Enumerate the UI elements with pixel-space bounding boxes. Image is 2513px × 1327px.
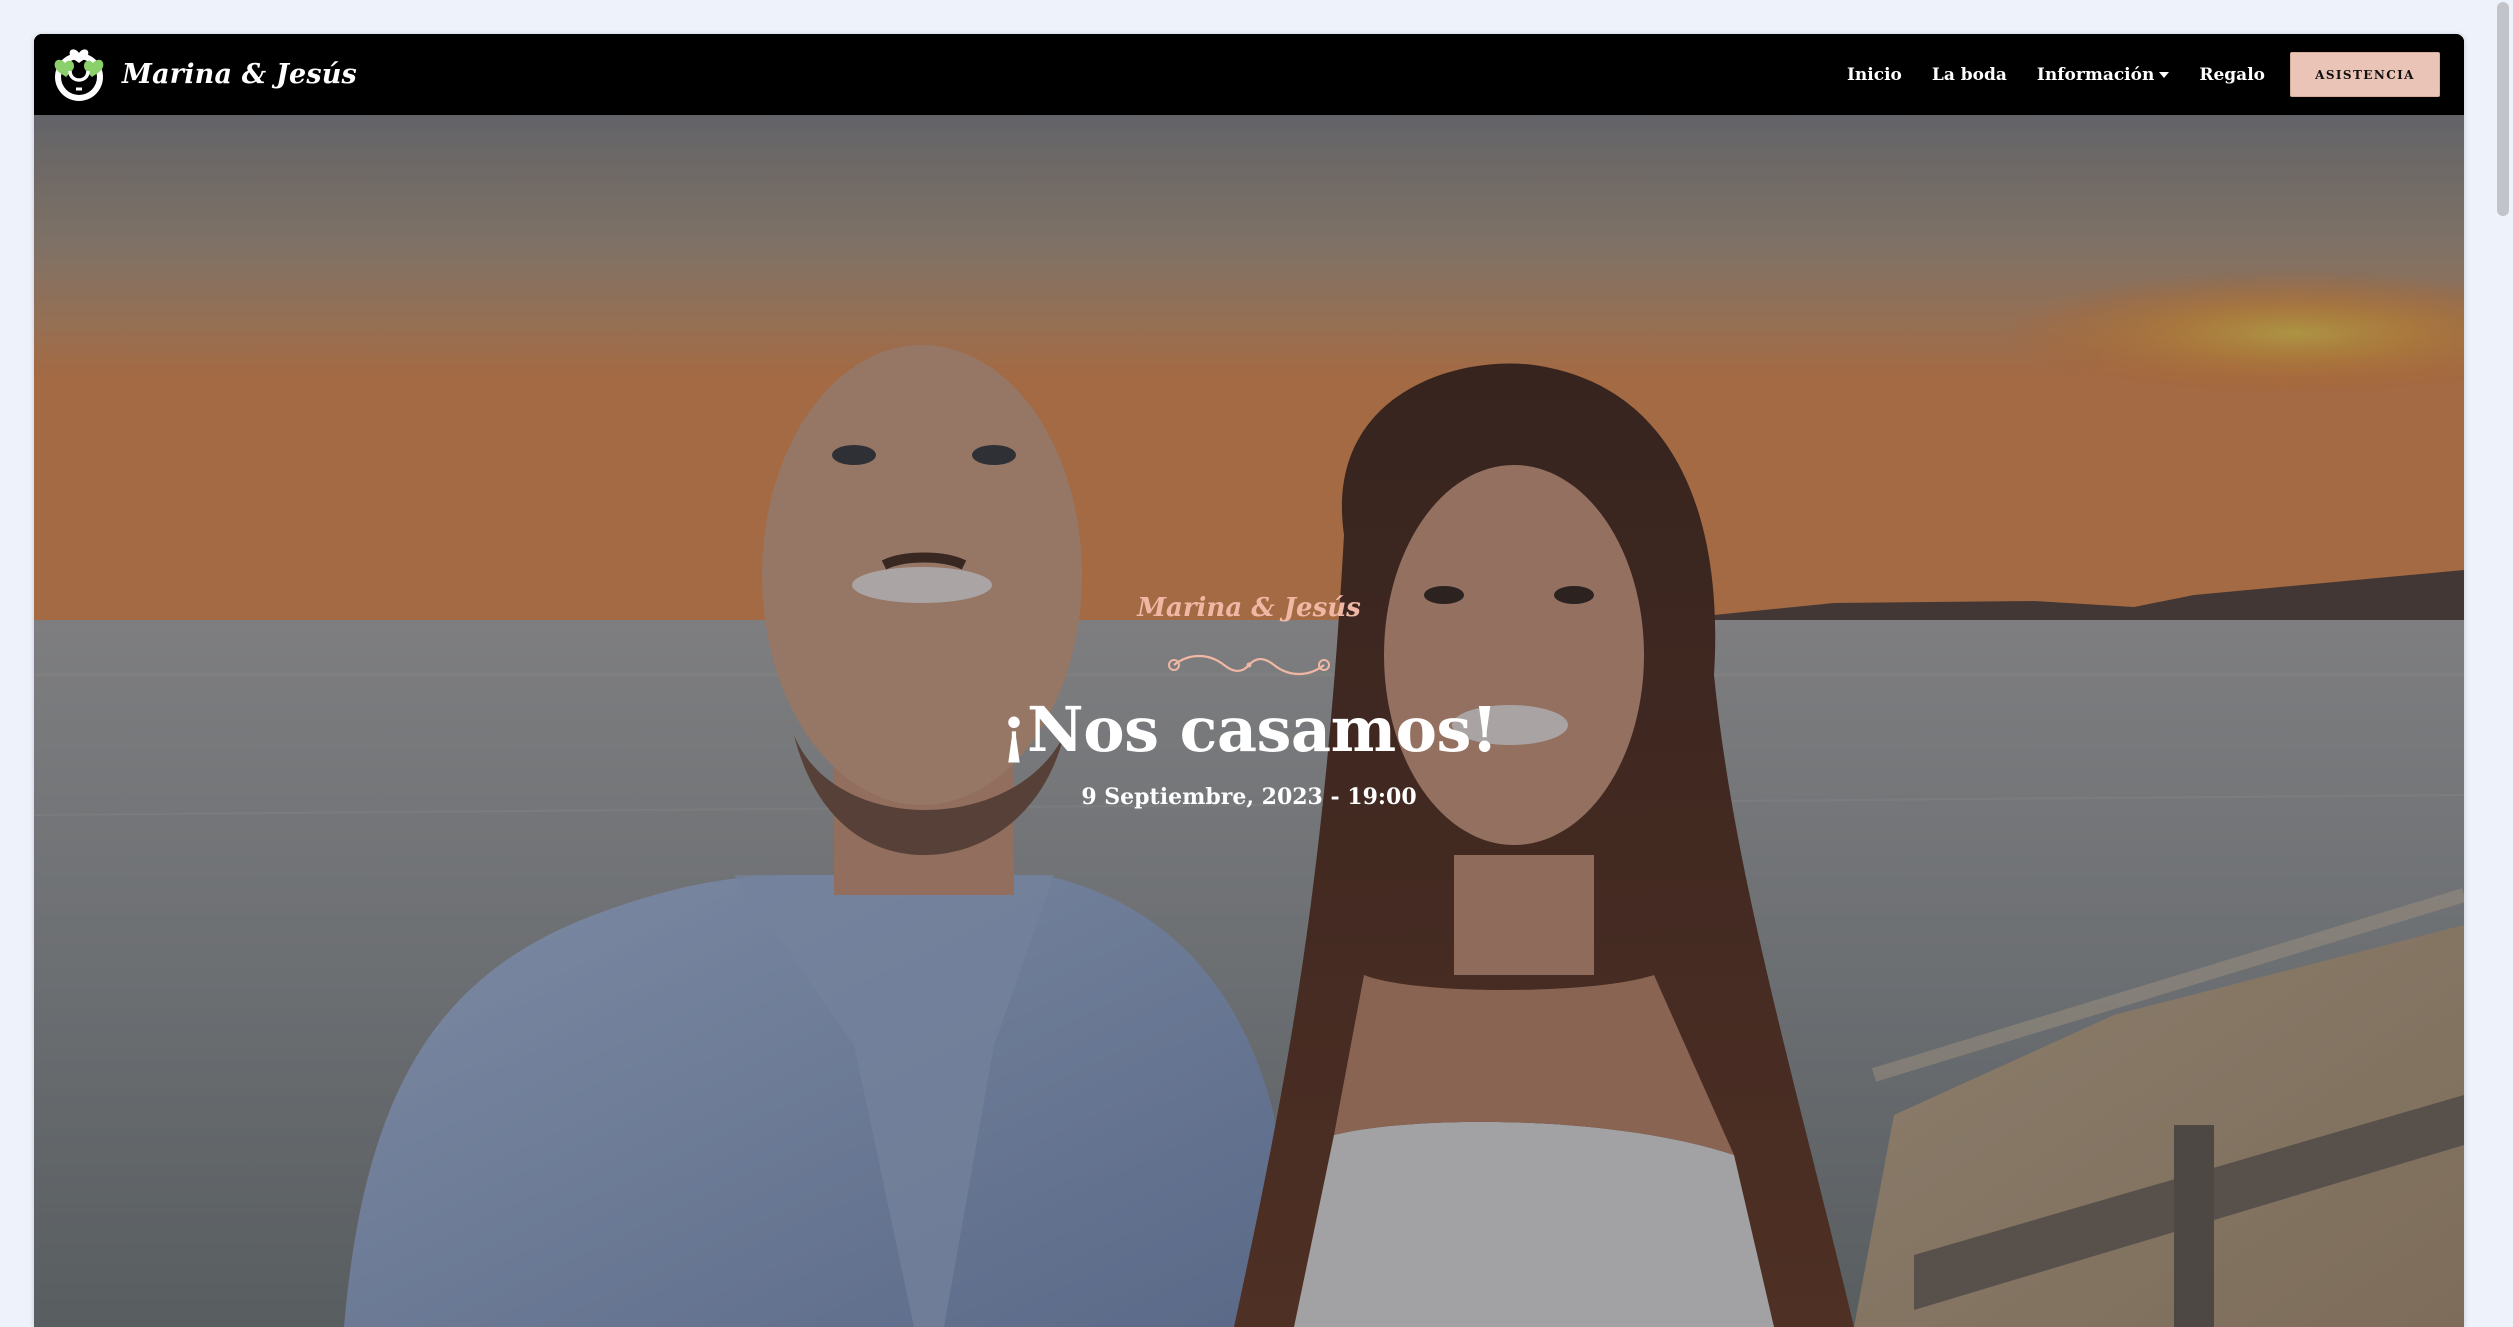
couple-name: Marina & Jesús	[1137, 593, 1361, 623]
nav-item-informacion-label: Información	[2036, 64, 2155, 85]
navbar: Marina & Jesús Inicio La boda Informació…	[34, 34, 2464, 115]
hero-content: Marina & Jesús ¡Nos casamos! 9 Septiembr…	[34, 593, 2464, 810]
browser-viewport: Marina & Jesús Inicio La boda Informació…	[34, 34, 2464, 1327]
main-nav: Inicio La boda Información Regalo ASISTE…	[1832, 34, 2464, 115]
scrollbar-thumb[interactable]	[2497, 2, 2509, 216]
nav-item-informacion[interactable]: Información	[2022, 65, 2184, 85]
hero-section: Marina & Jesús ¡Nos casamos! 9 Septiembr…	[34, 115, 2464, 1327]
page-scrollbar[interactable]	[2491, 0, 2513, 1327]
asistencia-button[interactable]: ASISTENCIA	[2290, 52, 2440, 97]
wedding-date: 9 Septiembre, 2023 - 19:00	[1081, 784, 1417, 811]
hero-headline: ¡Nos casamos!	[1000, 693, 1498, 766]
nav-item-la-boda[interactable]: La boda	[1917, 65, 2022, 85]
nav-item-inicio[interactable]: Inicio	[1832, 65, 1917, 85]
nav-item-regalo[interactable]: Regalo	[2184, 65, 2280, 85]
caret-down-icon	[2159, 71, 2170, 78]
brand-link[interactable]: Marina & Jesús	[48, 44, 357, 104]
couple-hearts-logo-icon	[54, 49, 104, 101]
flourish-divider-icon	[1168, 654, 1330, 676]
brand-title: Marina & Jesús	[122, 58, 357, 90]
